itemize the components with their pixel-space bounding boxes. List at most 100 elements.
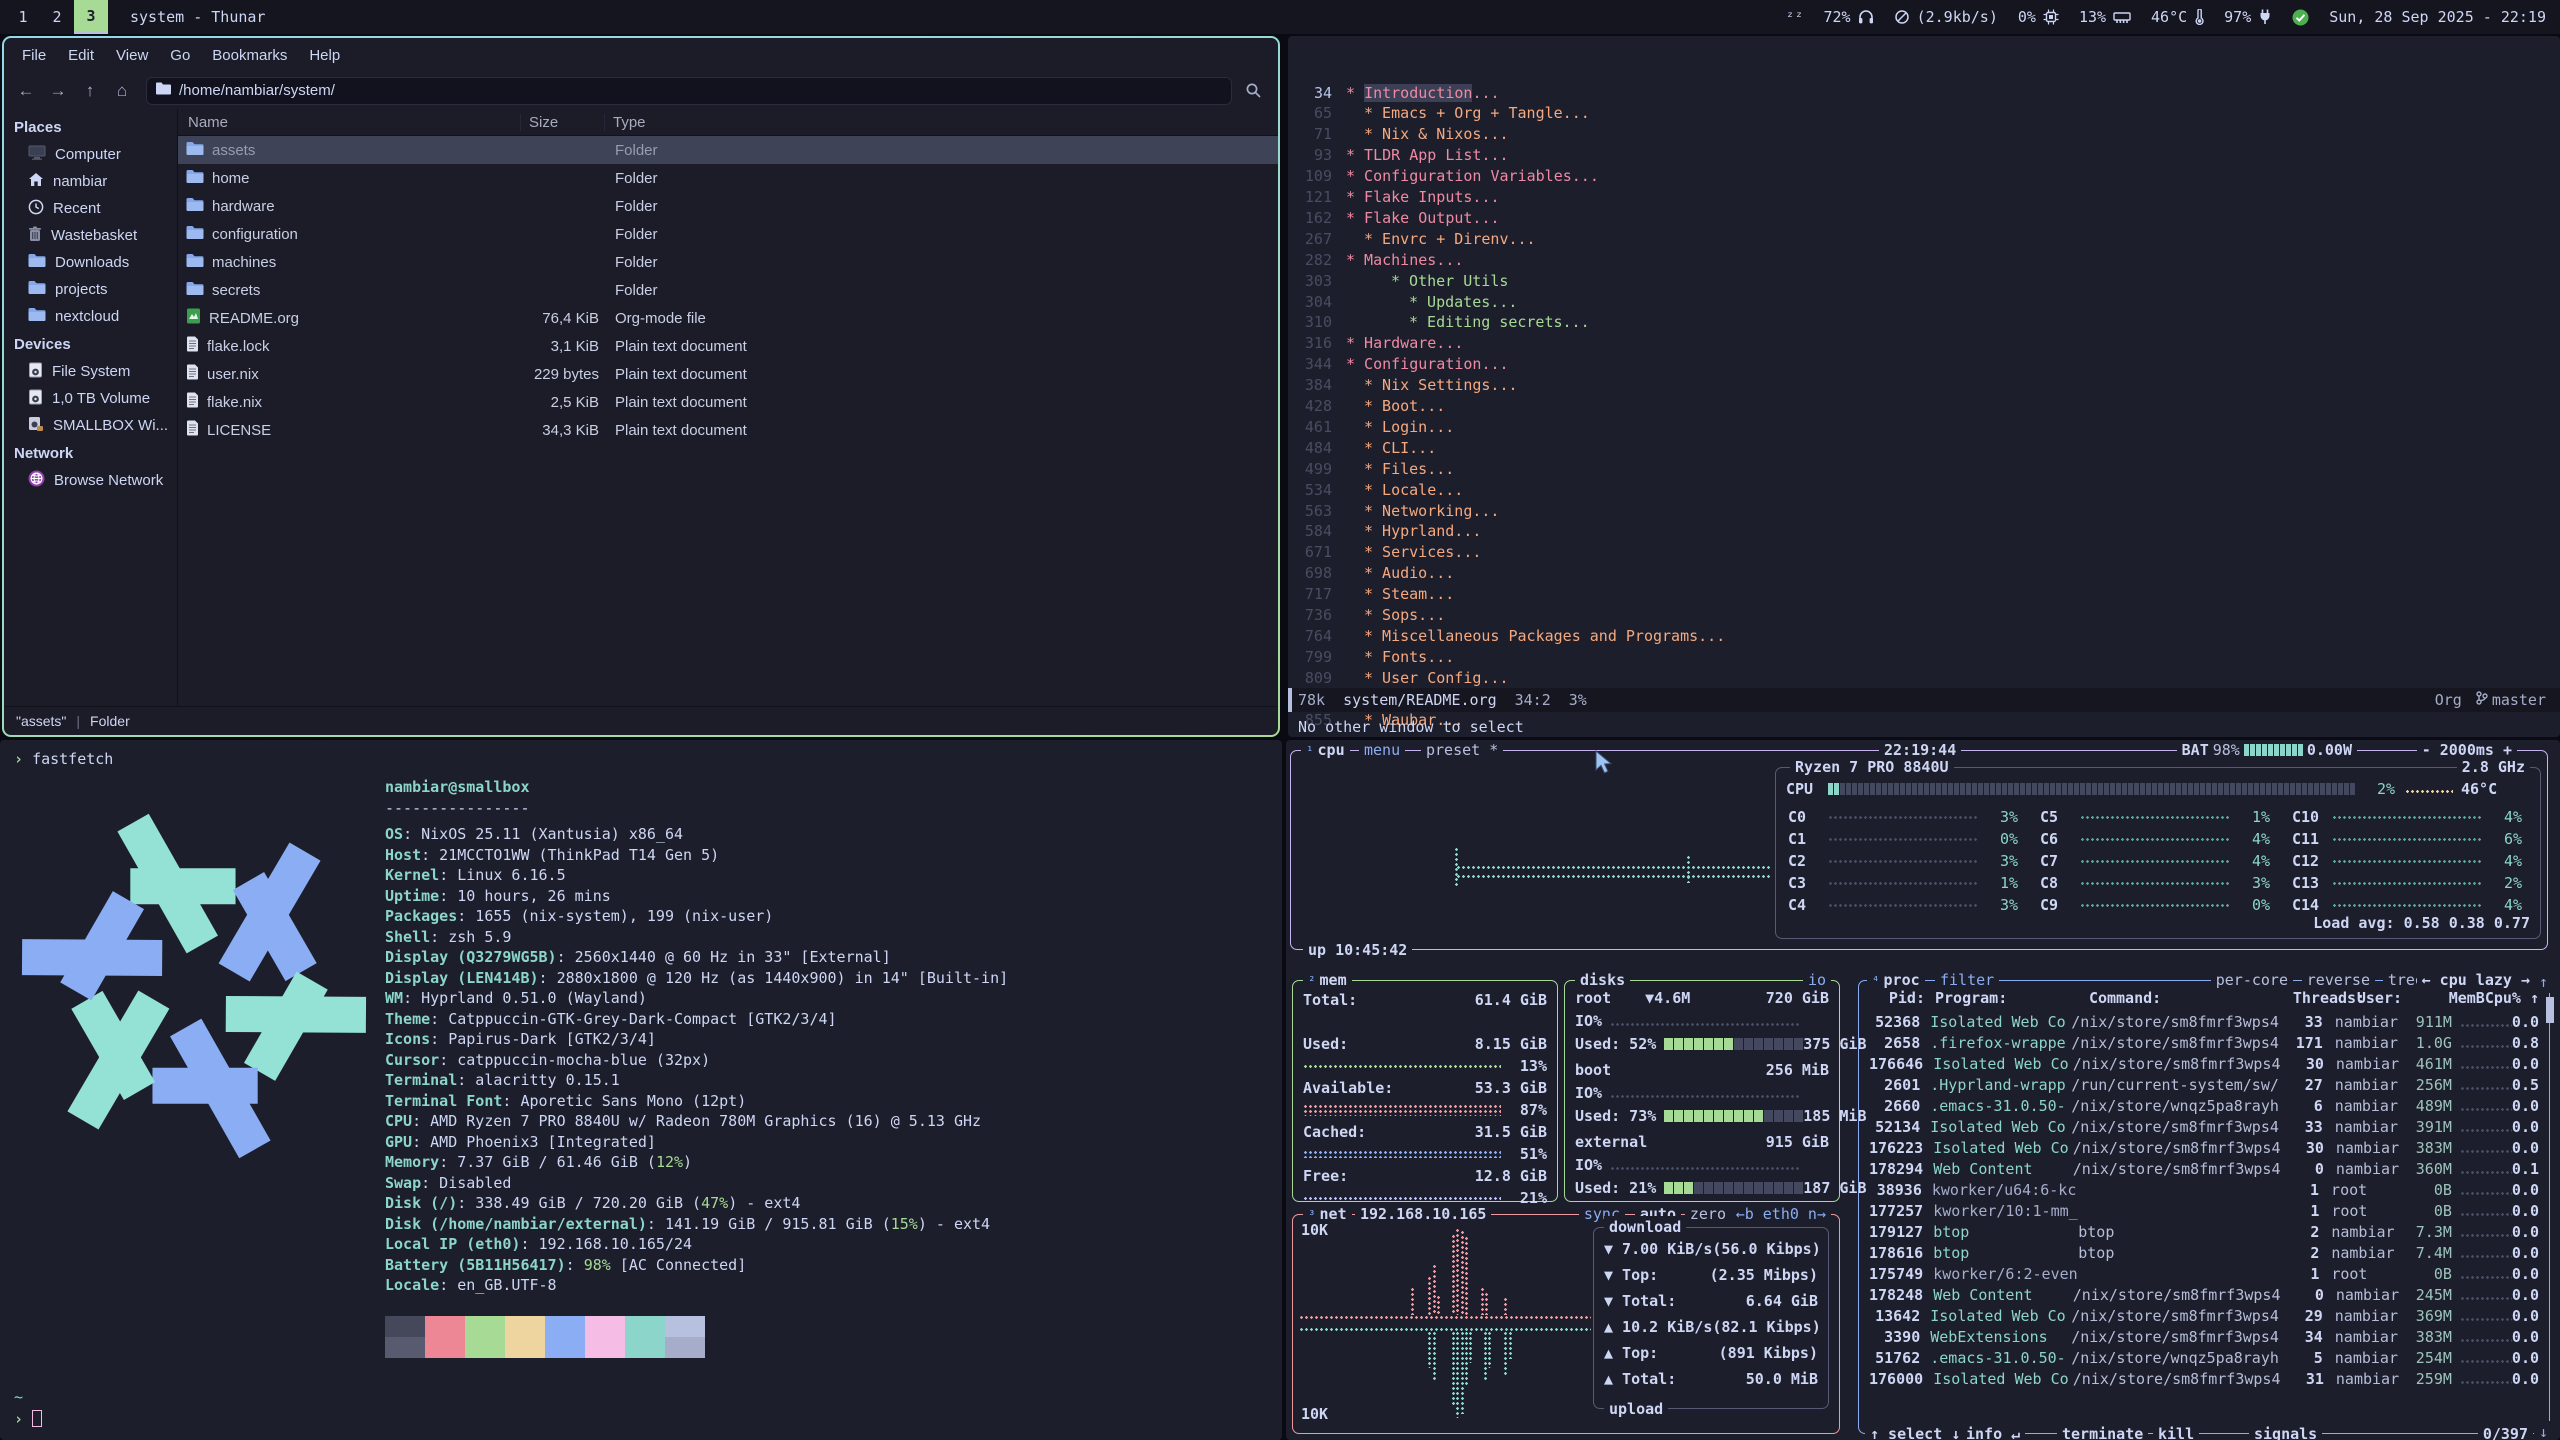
workspace-3[interactable]: 3: [74, 0, 108, 34]
status-module-cpu-chip-icon[interactable]: 0%: [2018, 8, 2059, 26]
sidebar-item-wastebasket[interactable]: Wastebasket: [4, 222, 177, 249]
preset-tab[interactable]: preset *: [1421, 740, 1503, 761]
disk-used-row: Used: 73% 185 MiB: [1575, 1107, 1829, 1125]
sidebar-item-projects[interactable]: projects: [4, 276, 177, 303]
sidebar-item-computer[interactable]: Computer: [4, 141, 177, 168]
process-row[interactable]: 51762 .emacs-31.0.50- /nix/store/wnqz5pa…: [1869, 1349, 2539, 1367]
workspace-2[interactable]: 2: [40, 0, 74, 34]
reverse-option[interactable]: reverse: [2302, 969, 2375, 991]
proc-action-3[interactable]: kill: [2153, 1423, 2199, 1440]
status-module-plug-icon[interactable]: 97%: [2224, 8, 2272, 26]
back-button[interactable]: ←: [12, 78, 40, 104]
file-row-machines[interactable]: machines Folder: [178, 248, 1278, 276]
column-type[interactable]: Type: [605, 114, 646, 131]
menu-help[interactable]: Help: [299, 43, 350, 68]
net-stat-row: ▼ Total:6.64 GiB: [1604, 1292, 1818, 1310]
file-row-configuration[interactable]: configuration Folder: [178, 220, 1278, 248]
process-row[interactable]: 52134 Isolated Web Co /nix/store/sm8fmrf…: [1869, 1118, 2539, 1136]
upload-label: upload: [1604, 1398, 1668, 1420]
line-number: 93: [1288, 146, 1332, 164]
file-row-user-nix[interactable]: user.nix 229 bytes Plain text document: [178, 360, 1278, 388]
sidebar-item-nextcloud[interactable]: nextcloud: [4, 303, 177, 330]
file-row-flake-nix[interactable]: flake.nix 2,5 KiB Plain text document: [178, 388, 1278, 416]
file-row-home[interactable]: home Folder: [178, 164, 1278, 192]
process-row[interactable]: 52368 Isolated Web Co /nix/store/sm8fmrf…: [1869, 1013, 2539, 1031]
per-core-option[interactable]: per-core: [2211, 969, 2293, 991]
sidebar-item-file-system[interactable]: File System: [4, 358, 177, 385]
file-row-license[interactable]: LICENSE 34,3 KiB Plain text document: [178, 416, 1278, 444]
sidebar-item-downloads[interactable]: Downloads: [4, 249, 177, 276]
process-row[interactable]: 175749 kworker/6:2-even 1 root 0B 0.0: [1869, 1265, 2539, 1283]
proc-tab[interactable]: ⁴proc: [1867, 969, 1925, 991]
process-row[interactable]: 176223 Isolated Web Co /nix/store/sm8fmr…: [1869, 1139, 2539, 1157]
home-button[interactable]: ⌂: [108, 78, 136, 104]
file-type: Org-mode file: [605, 310, 706, 327]
prompt-cwd: ~: [14, 1388, 23, 1406]
menu-tab[interactable]: menu: [1359, 740, 1405, 761]
process-row[interactable]: 3390 WebExtensions /nix/store/sm8fmrf3wp…: [1869, 1328, 2539, 1346]
scroll-down-indicator[interactable]: ↓: [2534, 1421, 2553, 1440]
filter-tab[interactable]: filter: [1935, 969, 1999, 991]
column-name[interactable]: Name: [178, 114, 521, 131]
menu-file[interactable]: File: [12, 43, 56, 68]
file-row-assets[interactable]: assets Folder: [178, 136, 1278, 164]
status-module-check-icon[interactable]: [2292, 9, 2309, 26]
status-module-text-8[interactable]: Sun, 28 Sep 2025 - 22:19: [2329, 8, 2546, 26]
process-row[interactable]: 2658 .firefox-wrappe /nix/store/sm8fmrf3…: [1869, 1034, 2539, 1052]
path-entry[interactable]: /home/nambiar/system/: [146, 77, 1232, 105]
file-row-secrets[interactable]: secrets Folder: [178, 276, 1278, 304]
scroll-up-indicator[interactable]: ↑: [2534, 971, 2553, 993]
file-row-flake-lock[interactable]: flake.lock 3,1 KiB Plain text document: [178, 332, 1278, 360]
menu-view[interactable]: View: [106, 43, 158, 68]
menu-edit[interactable]: Edit: [58, 43, 104, 68]
sidebar-item-recent[interactable]: Recent: [4, 195, 177, 222]
menu-go[interactable]: Go: [160, 43, 200, 68]
status-module-network-icon[interactable]: (2.9kb/s): [1894, 8, 1998, 26]
cpu-tab[interactable]: ¹cpu: [1301, 740, 1350, 761]
status-module-thermometer-icon[interactable]: 46°C: [2151, 8, 2204, 26]
proc-action-1[interactable]: info ↵: [1961, 1423, 2025, 1440]
sort-column[interactable]: ← cpu lazy →: [2417, 969, 2535, 991]
forward-button[interactable]: →: [44, 78, 72, 104]
process-row[interactable]: 176646 Isolated Web Co /nix/store/sm8fmr…: [1869, 1055, 2539, 1073]
column-size[interactable]: Size: [521, 114, 605, 131]
status-module-headphones-icon[interactable]: 72%: [1824, 8, 1874, 26]
process-row[interactable]: 178294 Web Content /nix/store/sm8fmrf3wp…: [1869, 1160, 2539, 1178]
proc-action-2[interactable]: terminate: [2057, 1423, 2148, 1440]
thunar-statusbar: "assets" | Folder: [4, 706, 1278, 735]
proc-action-0[interactable]: ↑ select ↓: [1865, 1423, 1965, 1440]
process-row[interactable]: 2660 .emacs-31.0.50- /nix/store/wnqz5pa8…: [1869, 1097, 2539, 1115]
palette-swatch: [665, 1337, 705, 1358]
org-heading-line: 303 * Other Utils: [1288, 270, 1508, 291]
sidebar-item-smallbox-wi-[interactable]: SMALLBOX Wi...: [4, 412, 177, 439]
process-row[interactable]: 38936 kworker/u64:6-kc 1 root 0B 0.0: [1869, 1181, 2539, 1199]
scrollbar-thumb[interactable]: [2546, 997, 2554, 1023]
check-icon: [2292, 9, 2309, 26]
process-row[interactable]: 178616 btop btop 2 nambiar 7.4M 0.0: [1869, 1244, 2539, 1262]
sidebar-item-browse-network[interactable]: Browse Network: [4, 467, 177, 494]
workspace-1[interactable]: 1: [6, 0, 40, 34]
menu-bookmarks[interactable]: Bookmarks: [202, 43, 297, 68]
process-row[interactable]: 178248 Web Content /nix/store/sm8fmrf3wp…: [1869, 1286, 2539, 1304]
org-heading: * Hyprland...: [1332, 522, 1481, 540]
status-module-ram-icon[interactable]: 13%: [2079, 8, 2131, 26]
process-row[interactable]: 13642 Isolated Web Co /nix/store/sm8fmrf…: [1869, 1307, 2539, 1325]
sidebar-item-1-0-tb-volume[interactable]: 1,0 TB Volume: [4, 385, 177, 412]
io-tab[interactable]: io: [1803, 969, 1831, 991]
file-row-readme-org[interactable]: README.org 76,4 KiB Org-mode file: [178, 304, 1278, 332]
proc-action-4[interactable]: signals: [2249, 1423, 2322, 1440]
file-type: Folder: [605, 254, 658, 271]
status-module-text-0[interactable]: ᶻᶻ: [1785, 8, 1803, 26]
search-button[interactable]: [1236, 78, 1270, 104]
org-heading: * Editing secrets...: [1332, 313, 1590, 331]
up-button[interactable]: ↑: [76, 78, 104, 104]
file-row-hardware[interactable]: hardware Folder: [178, 192, 1278, 220]
process-row[interactable]: 2601 .Hyprland-wrapp /run/current-system…: [1869, 1076, 2539, 1094]
disks-tab[interactable]: disks: [1575, 969, 1630, 991]
sidebar-item-label: Browse Network: [54, 472, 163, 489]
mem-tab[interactable]: ²mem: [1303, 969, 1352, 991]
process-row[interactable]: 179127 btop btop 2 nambiar 7.3M 0.0: [1869, 1223, 2539, 1241]
process-row[interactable]: 177257 kworker/10:1-mm_ 1 root 0B 0.0: [1869, 1202, 2539, 1220]
process-row[interactable]: 176000 Isolated Web Co /nix/store/sm8fmr…: [1869, 1370, 2539, 1388]
sidebar-item-nambiar[interactable]: nambiar: [4, 168, 177, 195]
